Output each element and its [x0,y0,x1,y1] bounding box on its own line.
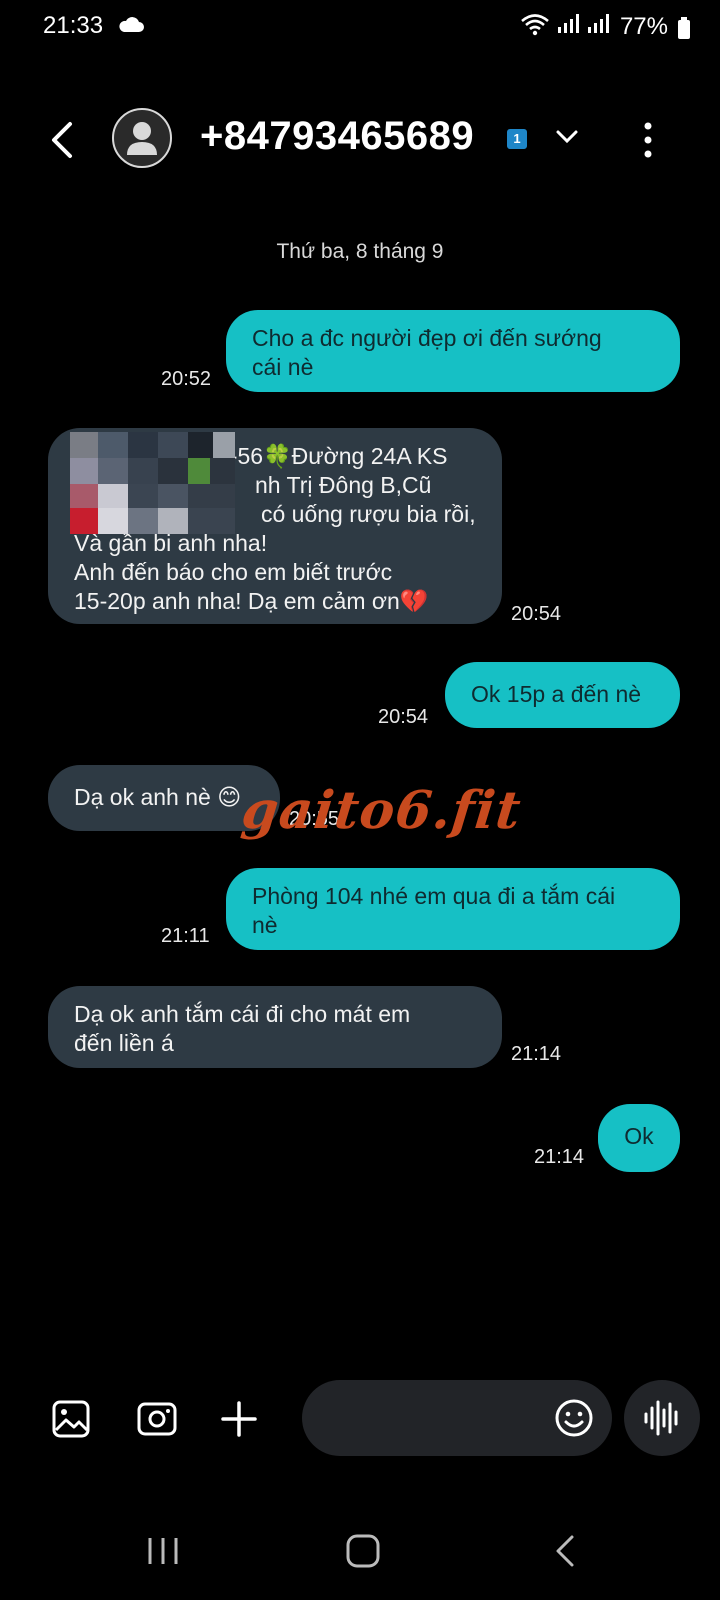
conversation-header: +84793465689 1 [0,100,720,180]
signal-icon-2 [586,13,610,40]
date-separator: Thứ ba, 8 tháng 9 [276,240,444,263]
redacted-pixelated-area [70,432,235,534]
message-time: 21:11 [161,925,210,947]
back-icon[interactable] [44,118,84,162]
message-time: 20:52 [161,368,212,390]
battery-icon [678,17,690,44]
recents-icon[interactable] [147,1536,179,1571]
status-time: 21:33 [43,12,104,39]
sim-badge: 1 [507,129,527,149]
message-composer [0,1380,720,1460]
cloud-icon [118,16,144,39]
message-time: 21:14 [534,1146,585,1168]
more-vert-icon[interactable] [636,120,660,160]
message-bubble-outgoing[interactable]: Ok 15p a đến nè [445,662,680,728]
message-line: Dạ ok anh nè 😊 [74,784,242,810]
chevron-down-icon[interactable] [554,124,580,155]
contact-number[interactable]: +84793465689 [200,114,474,159]
message-line: Anh đến báo cho em biết trước [74,559,393,585]
signal-icon [556,13,580,40]
avatar-icon[interactable] [112,108,172,168]
status-right: 77% [520,12,668,41]
back-nav-icon[interactable] [553,1534,577,1573]
message-line: cái nè [252,354,314,380]
emoji-icon[interactable] [554,1398,594,1443]
system-navigation-bar [0,1500,720,1600]
message-line: Cho a đc người đẹp ơi đến sướng [252,325,602,351]
voice-icon[interactable] [624,1380,700,1456]
message-line: Dạ ok anh tắm cái đi cho mát em [74,1001,411,1027]
gallery-icon[interactable] [52,1400,90,1443]
status-bar: 21:33 77% [0,0,720,56]
message-time: 21:14 [511,1043,562,1065]
message-bubble-outgoing[interactable]: Ok [598,1104,680,1172]
message-time: 20:54 [378,706,429,728]
message-line: nè [252,912,278,938]
battery-percent: 77% [619,12,668,40]
message-line: đến liền á [74,1030,174,1056]
message-bubble-outgoing[interactable]: Cho a đc người đẹp ơi đến sướng cái nè [226,310,680,392]
message-line: Ok [624,1123,654,1149]
watermark-text: gaito6.fit [238,780,525,841]
message-bubble-incoming[interactable]: Dạ ok anh tắm cái đi cho mát em đến liền… [48,986,502,1068]
home-icon[interactable] [346,1534,380,1573]
camera-icon[interactable] [137,1402,177,1441]
message-bubble-outgoing[interactable]: Phòng 104 nhé em qua đi a tắm cái nè [226,868,680,950]
message-time: 20:54 [511,603,562,625]
message-input[interactable] [302,1380,612,1456]
message-line: 15-20p anh nha! Dạ em cảm ơn💔 [74,588,429,614]
message-line: Phòng 104 nhé em qua đi a tắm cái [252,883,616,909]
wifi-icon [520,12,550,41]
plus-icon[interactable] [220,1400,258,1443]
message-line: Ok 15p a đến nè [471,681,642,707]
